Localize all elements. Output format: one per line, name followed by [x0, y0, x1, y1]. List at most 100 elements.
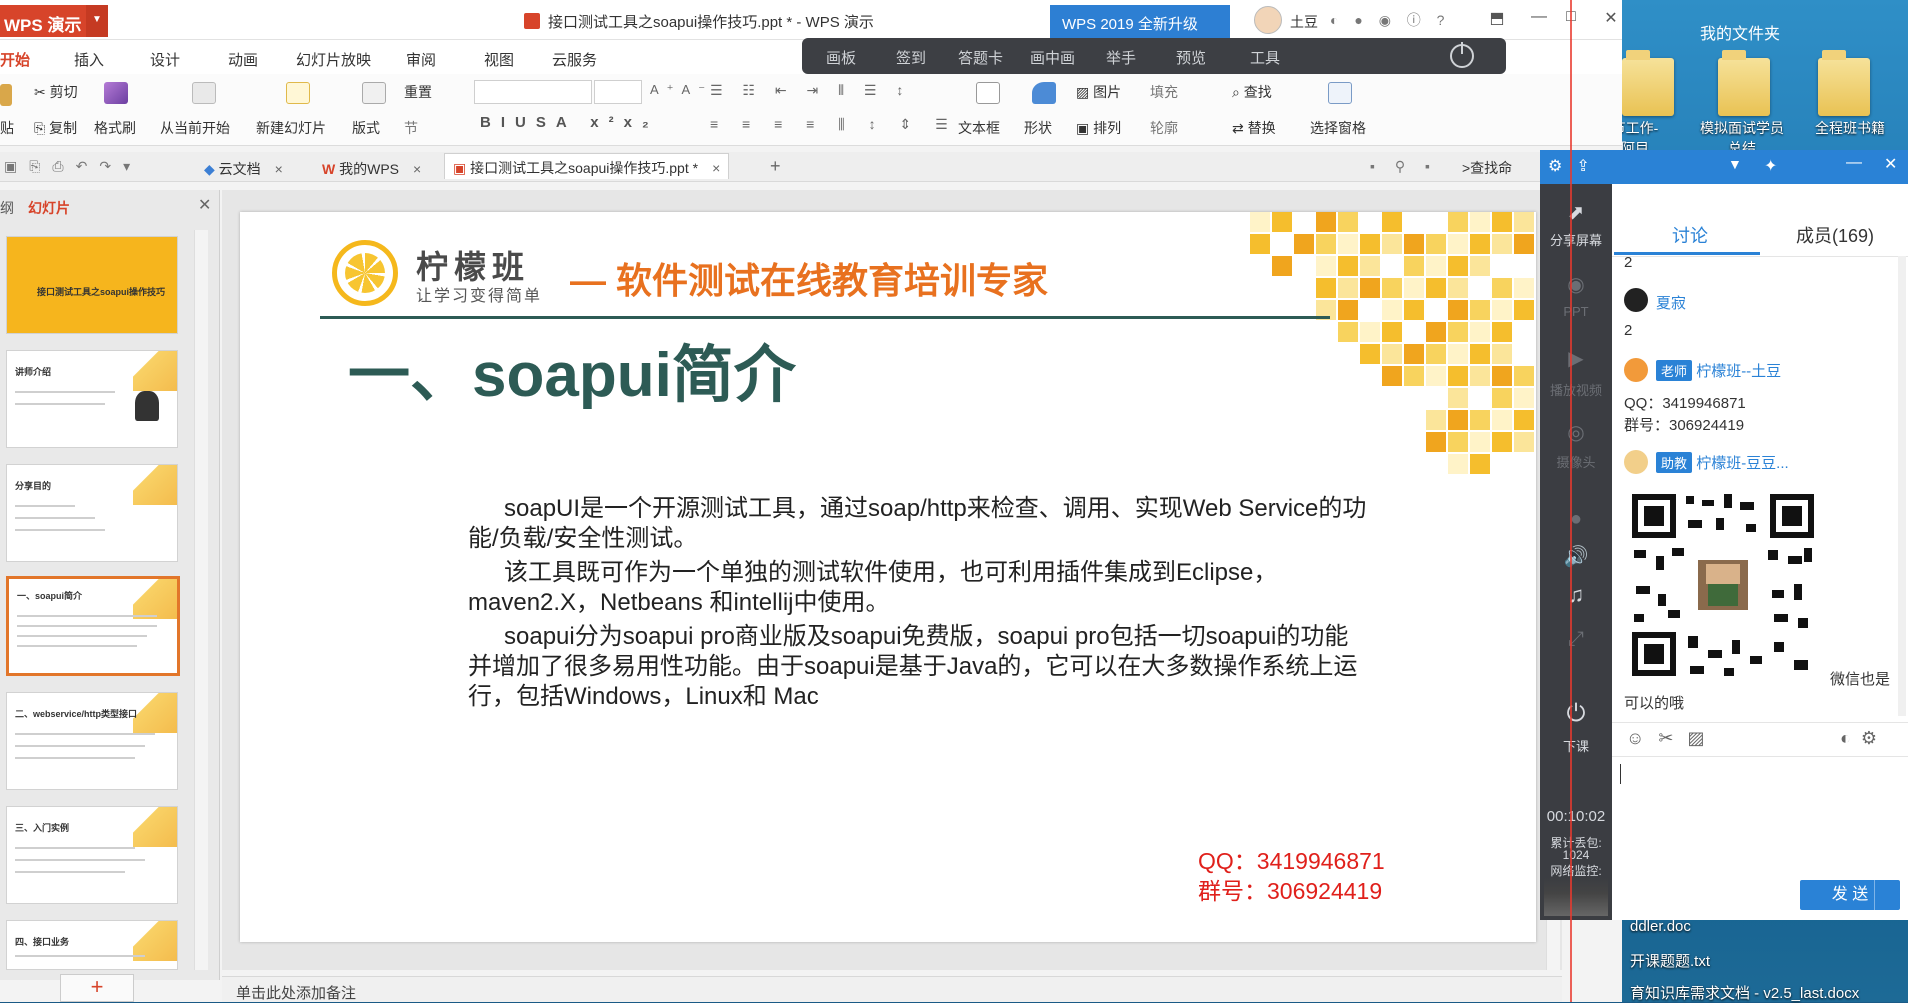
reset-button[interactable]: 重置: [404, 82, 432, 102]
close-icon[interactable]: ✕: [1884, 154, 1897, 174]
chat-tool-icons[interactable]: ☺✂▨: [1626, 728, 1718, 749]
folder-icon[interactable]: [1818, 58, 1870, 116]
arrange-button[interactable]: ▣ 排列: [1076, 118, 1121, 138]
user-name[interactable]: 土豆: [1290, 12, 1318, 32]
meet-whiteboard[interactable]: 画板: [826, 47, 856, 68]
speaker-icon[interactable]: 🔊: [1540, 544, 1612, 569]
chat-scrollbar[interactable]: [1898, 256, 1906, 716]
slide-thumbnail[interactable]: 二、webservice/http类型接口: [6, 692, 178, 790]
minimize-icon[interactable]: —: [1526, 8, 1552, 32]
qr-code-image[interactable]: [1628, 490, 1818, 680]
chat-sender[interactable]: 夏寂: [1656, 292, 1686, 313]
new-slide-icon[interactable]: [286, 82, 310, 104]
copy-button[interactable]: ⎘ 复制: [34, 118, 77, 138]
titlebar-tool-icons[interactable]: ◐ ● ◉ ⓘ ?: [1330, 10, 1490, 30]
layout-icon[interactable]: [362, 82, 386, 104]
meet-signin[interactable]: 签到: [896, 47, 926, 68]
doc-tab-mywps[interactable]: W 我的WPS ×: [314, 155, 429, 181]
new-tab-icon[interactable]: +: [770, 156, 781, 177]
chevron-down-icon[interactable]: ▼: [86, 5, 108, 37]
section-button[interactable]: 节: [404, 118, 418, 138]
paste-button[interactable]: 贴: [0, 118, 14, 138]
format-painter-button[interactable]: 格式刷: [94, 118, 136, 138]
notes-pane[interactable]: 单击此处添加备注: [222, 976, 1562, 1002]
slide-thumbnail[interactable]: 三、入门实例: [6, 806, 178, 904]
tab-view[interactable]: 视图: [484, 49, 514, 70]
list-icons[interactable]: ☰ ☷ ⇤ ⇥ ⫴ ☰ ↕: [710, 82, 911, 99]
align-icons[interactable]: ≡ ≡ ≡ ≡ ⫼ ↕ ⇕ ☰: [710, 116, 958, 133]
camera-button[interactable]: 摄像头: [1540, 452, 1612, 471]
tab-members[interactable]: 成员(169): [1796, 222, 1874, 248]
cut-button[interactable]: ✂ 剪切: [34, 82, 78, 102]
desktop-file[interactable]: ddler.doc: [1630, 918, 1691, 935]
desktop-file[interactable]: 开课题题.txt: [1630, 950, 1710, 971]
slide-thumbnail-selected[interactable]: 一、soapui简介: [6, 576, 180, 676]
chat-input[interactable]: [1614, 758, 1904, 870]
quick-access-icons[interactable]: ▣⎘⎙↶↷▾: [4, 158, 142, 175]
music-icon[interactable]: ♫: [1540, 582, 1612, 608]
layout-button[interactable]: 版式: [352, 118, 380, 138]
end-class-button[interactable]: 下课: [1540, 736, 1612, 755]
doc-tab-active[interactable]: ▣ 接口测试工具之soapui操作技巧.ppt * ×: [444, 153, 729, 179]
tab-design[interactable]: 设计: [150, 49, 180, 70]
play-from-current-icon[interactable]: [192, 82, 216, 104]
play-video-button[interactable]: 播放视频: [1540, 380, 1612, 399]
restore-icon[interactable]: ⬒: [1484, 8, 1510, 32]
textbox-icon[interactable]: [976, 82, 1000, 104]
textbox-button[interactable]: 文本框: [958, 118, 1000, 138]
meet-answer-card[interactable]: 答题卡: [958, 47, 1003, 68]
close-icon[interactable]: ×: [413, 161, 421, 177]
chat-sender[interactable]: 柠檬班--土豆: [1696, 363, 1781, 380]
tab-home[interactable]: 开始: [0, 49, 30, 70]
tab-review[interactable]: 审阅: [406, 49, 436, 70]
chat-setting-icons[interactable]: ◐⚙: [1840, 728, 1887, 749]
close-icon[interactable]: ×: [275, 161, 283, 177]
tab-animation[interactable]: 动画: [228, 49, 258, 70]
chat-header-icons[interactable]: ⚙⇪: [1548, 156, 1604, 176]
add-slide-button[interactable]: +: [60, 974, 134, 1002]
send-button[interactable]: 发 送: [1800, 880, 1900, 910]
close-icon[interactable]: ×: [712, 160, 720, 176]
meet-tools[interactable]: 工具: [1250, 47, 1280, 68]
wps-app-menu[interactable]: WPS 演示 ▼: [0, 5, 108, 37]
new-slide-button[interactable]: 新建幻灯片: [256, 118, 326, 138]
find-button[interactable]: ⌕ 查找: [1232, 82, 1272, 102]
from-current-button[interactable]: 从当前开始: [160, 118, 230, 138]
font-name-select[interactable]: [474, 80, 592, 104]
replace-button[interactable]: ⇄ 替换: [1232, 118, 1276, 138]
tab-slideshow[interactable]: 幻灯片放映: [296, 49, 371, 70]
format-painter-icon[interactable]: [104, 82, 128, 104]
pin-icon[interactable]: ✦: [1764, 156, 1777, 176]
upgrade-banner[interactable]: WPS 2019 全新升级: [1050, 5, 1230, 39]
select-pane-icon[interactable]: [1328, 82, 1352, 104]
slide-thumbnail[interactable]: 分享目的: [6, 464, 178, 562]
tab-insert[interactable]: 插入: [74, 49, 104, 70]
microphone-icon[interactable]: ●: [1540, 508, 1612, 531]
meet-preview[interactable]: 预览: [1176, 47, 1206, 68]
expand-icon[interactable]: ⤢: [1540, 628, 1612, 651]
picture-button[interactable]: ▨ 图片: [1076, 82, 1121, 102]
chevron-down-icon[interactable]: ▼: [1728, 156, 1742, 172]
chat-sender[interactable]: 柠檬班-豆豆...: [1696, 455, 1789, 472]
tabbar-tool-icons[interactable]: ▪ ⚲ ▪: [1370, 158, 1438, 175]
font-grow-shrink-icons[interactable]: A⁺A⁻: [650, 82, 713, 98]
slide-thumbnail[interactable]: 四、接口业务: [6, 920, 178, 970]
outline-button[interactable]: 轮廓: [1150, 118, 1178, 138]
quick-search[interactable]: >查找命: [1462, 158, 1512, 178]
minimize-icon[interactable]: —: [1846, 154, 1862, 172]
tab-cloud[interactable]: 云服务: [552, 49, 597, 70]
share-screen-button[interactable]: 分享屏幕: [1540, 230, 1612, 249]
ppt-button[interactable]: PPT: [1540, 304, 1612, 319]
shape-button[interactable]: 形状: [1024, 118, 1052, 138]
desktop-folder-label[interactable]: 全程班书籍: [1800, 118, 1900, 138]
desktop-file[interactable]: 育知识库需求文档 - v2.5_last.docx: [1630, 982, 1859, 1003]
folder-icon[interactable]: [1718, 58, 1770, 116]
folder-icon[interactable]: [1622, 58, 1674, 116]
doc-tab-cloud[interactable]: ◆ 云文档 ×: [196, 155, 291, 181]
shape-icon[interactable]: [1032, 82, 1056, 104]
tab-outline[interactable]: 纲: [0, 198, 14, 218]
user-avatar[interactable]: [1254, 6, 1282, 34]
font-size-select[interactable]: [594, 80, 642, 104]
meet-raise-hand[interactable]: 举手: [1106, 47, 1136, 68]
font-style-icons[interactable]: BIUSA x²x₂: [480, 114, 659, 131]
